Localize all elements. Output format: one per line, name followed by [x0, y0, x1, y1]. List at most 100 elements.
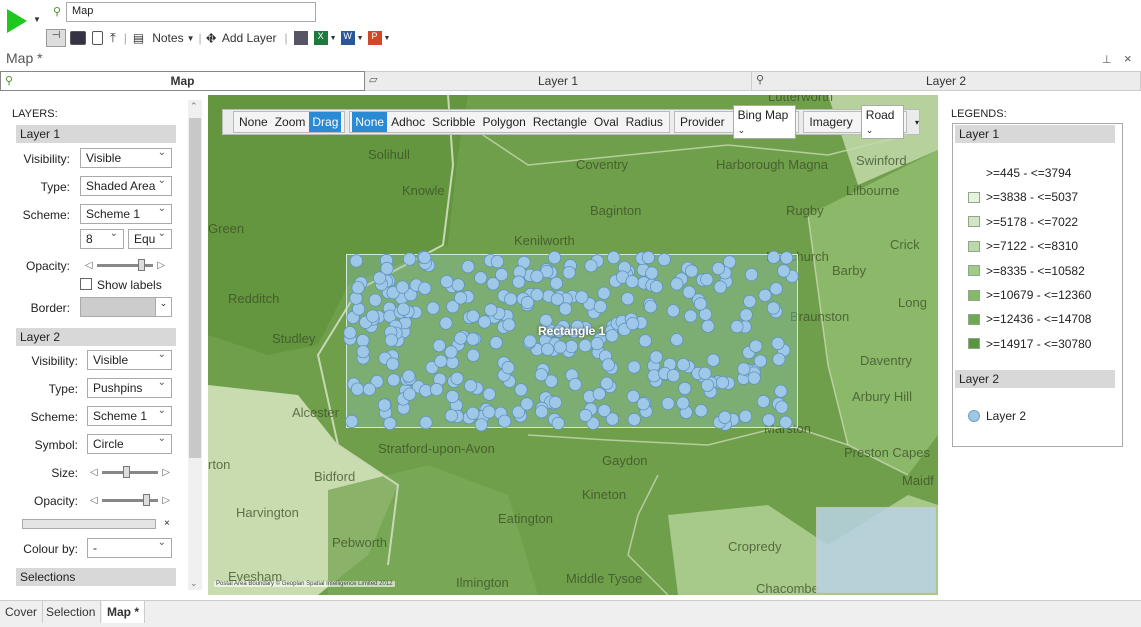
pushpin-marker[interactable] [647, 369, 661, 383]
pushpin-marker[interactable] [514, 383, 528, 397]
pushpin-marker[interactable] [454, 291, 468, 305]
show-labels-checkbox[interactable] [80, 278, 92, 290]
overview-minimap[interactable] [816, 507, 936, 593]
border-color-picker[interactable]: ⌄ [80, 297, 172, 317]
pushpin-marker[interactable] [548, 395, 562, 409]
increase-icon[interactable]: ▷ [162, 495, 170, 506]
layer-2-visibility-select[interactable]: Visible [87, 349, 172, 370]
scrollbar-thumb[interactable] [189, 118, 201, 458]
save-icon[interactable] [70, 31, 86, 45]
layer-1-opacity-slider[interactable]: ◁ ▷ [85, 258, 165, 272]
layer-2-scheme-select[interactable]: Scheme 1 [87, 405, 172, 426]
delete-icon[interactable] [92, 31, 103, 45]
pushpin-marker[interactable] [600, 376, 614, 390]
color-ramp-bar[interactable] [22, 519, 156, 529]
decrease-icon[interactable]: ◁ [85, 260, 93, 271]
pushpin-marker[interactable] [590, 337, 604, 351]
word-icon[interactable]: W [340, 31, 355, 45]
run-dropdown-icon[interactable]: ▼ [33, 15, 41, 24]
run-icon[interactable] [6, 8, 28, 34]
pushpin-marker[interactable] [592, 387, 606, 401]
colour-by-select[interactable]: - [87, 537, 172, 558]
pushpin-marker[interactable] [738, 409, 753, 423]
pushpin-marker[interactable] [387, 373, 401, 387]
pushpin-marker[interactable] [625, 317, 640, 331]
pushpin-marker[interactable] [676, 357, 690, 372]
pushpin-marker[interactable] [706, 353, 720, 367]
slider-thumb[interactable] [137, 258, 145, 271]
pushpin-marker[interactable] [657, 252, 671, 267]
pushpin-marker[interactable] [466, 332, 480, 346]
class-count-input[interactable]: 8 [80, 228, 124, 249]
pushpin-marker[interactable] [523, 334, 537, 348]
pushpin-marker[interactable] [638, 334, 652, 348]
pushpin-marker[interactable] [551, 416, 565, 430]
pushpin-marker[interactable] [597, 403, 611, 418]
chevron-down-icon[interactable]: ⌄ [155, 298, 171, 316]
add-layer-button[interactable]: Add Layer [222, 31, 277, 45]
pushpin-marker[interactable] [550, 292, 564, 306]
close-icon[interactable]: × [1124, 51, 1132, 66]
export-icon[interactable]: ⤒ [110, 30, 116, 46]
pushpin-marker[interactable] [641, 250, 655, 265]
pushpin-marker[interactable] [547, 251, 562, 265]
pushpin-marker[interactable] [351, 281, 365, 295]
pushpin-marker[interactable] [349, 254, 363, 268]
image-export-icon[interactable] [293, 31, 308, 45]
pushpin-marker[interactable] [489, 336, 503, 350]
slider-thumb[interactable] [123, 465, 131, 478]
pushpin-marker[interactable] [753, 354, 768, 368]
pushpin-marker[interactable] [482, 387, 496, 401]
pushpin-marker[interactable] [352, 302, 366, 316]
select-scribble-button[interactable]: Scribble [429, 112, 478, 132]
excel-dropdown-icon[interactable]: ▼ [330, 35, 337, 42]
pushpin-marker[interactable] [501, 360, 515, 375]
pushpin-marker[interactable] [766, 301, 781, 315]
pushpin-marker[interactable] [562, 266, 576, 280]
pushpin-marker[interactable] [540, 342, 555, 356]
pushpin-marker[interactable] [779, 251, 794, 265]
pushpin-marker[interactable] [564, 339, 579, 354]
pushpin-marker[interactable] [466, 348, 480, 362]
add-layer-icon[interactable]: ⛖ [206, 30, 217, 47]
pushpin-marker[interactable] [362, 382, 376, 396]
pushpin-marker[interactable] [373, 271, 387, 285]
pushpin-marker[interactable] [418, 250, 432, 265]
pushpin-marker[interactable] [715, 375, 730, 390]
pushpin-marker[interactable] [512, 275, 526, 289]
nav-none-button[interactable]: None [236, 112, 271, 132]
pushpin-marker[interactable] [670, 277, 684, 291]
layer-2-opacity-slider[interactable]: ◁ ▷ [90, 493, 170, 507]
pushpin-marker[interactable] [350, 382, 365, 396]
pushpin-marker[interactable] [444, 345, 458, 359]
provider-select[interactable]: Bing Map ⌄ [732, 105, 797, 139]
word-dropdown-icon[interactable]: ▼ [357, 35, 364, 42]
decrease-icon[interactable]: ◁ [90, 467, 98, 478]
pushpin-marker[interactable] [775, 400, 789, 414]
pushpin-marker[interactable] [718, 410, 732, 424]
pushpin-marker[interactable] [432, 339, 446, 353]
pushpin-marker[interactable] [451, 278, 465, 292]
pushpin-marker[interactable] [477, 315, 492, 329]
pushpin-marker[interactable] [749, 339, 763, 353]
pushpin-marker[interactable] [345, 414, 359, 428]
tab-layer-2[interactable]: ⚲ Layer 2 [752, 71, 1141, 91]
pushpin-marker[interactable] [756, 394, 771, 409]
pushpin-marker[interactable] [490, 255, 504, 269]
nav-drag-button[interactable]: Drag [309, 112, 342, 132]
symbol-size-slider[interactable]: ◁ ▷ [90, 465, 170, 479]
select-polygon-button[interactable]: Polygon [479, 112, 528, 132]
pushpin-marker[interactable] [549, 276, 563, 290]
tab-cover[interactable]: Cover [0, 601, 44, 623]
pushpin-marker[interactable] [356, 333, 370, 348]
pushpin-marker[interactable] [601, 358, 615, 372]
scroll-up-icon[interactable]: ⌃ [190, 101, 198, 112]
powerpoint-dropdown-icon[interactable]: ▼ [384, 35, 391, 42]
selections-header[interactable]: Selections [16, 568, 176, 586]
select-radius-button[interactable]: Radius [623, 112, 666, 132]
increase-icon[interactable]: ▷ [162, 467, 170, 478]
pushpin-marker[interactable] [772, 352, 786, 366]
pushpin-marker[interactable] [627, 412, 641, 427]
decrease-icon[interactable]: ◁ [90, 495, 98, 506]
pushpin-marker[interactable] [605, 329, 619, 343]
